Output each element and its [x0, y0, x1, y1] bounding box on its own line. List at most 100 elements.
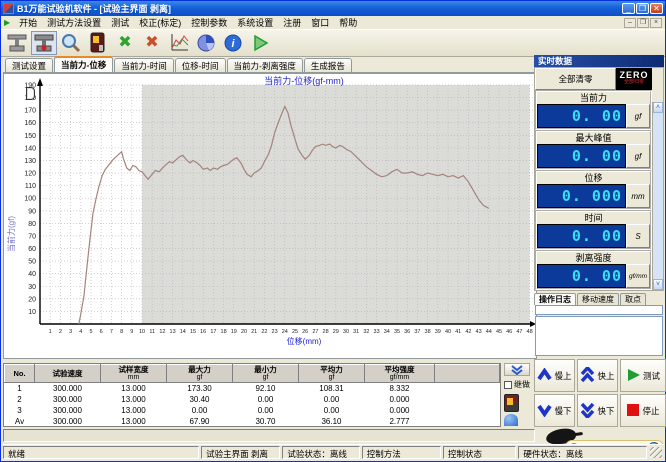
realtime-panel: 实时数据 全部清零 ZERO 全部归零 当前力0. 00gf最大峰值0. 00g…: [534, 55, 664, 443]
double-down-arrow-icon: [580, 402, 595, 420]
menu-item-2[interactable]: 测试: [106, 16, 134, 29]
menu-item-6[interactable]: 注册: [278, 16, 306, 29]
svg-text:80: 80: [28, 221, 36, 228]
pie-chart-icon[interactable]: [193, 31, 219, 55]
page-icon[interactable]: [26, 87, 35, 100]
zero-all-button[interactable]: 全部清零: [535, 68, 616, 90]
status-segment-5: 硬件状态：离线: [518, 446, 647, 459]
svg-text:35: 35: [394, 329, 400, 335]
control-button-label: 快下: [597, 405, 614, 417]
svg-text:24: 24: [282, 329, 288, 335]
memory-card-icon-small[interactable]: [504, 394, 519, 412]
status-segment-2: 试验状态：离线: [282, 446, 359, 459]
realtime-body: 全部清零 ZERO 全部归零 当前力0. 00gf最大峰值0. 00gf位移0.…: [534, 67, 664, 291]
table-cell: 2: [5, 394, 35, 405]
svg-text:32: 32: [363, 329, 369, 335]
svg-text:当前力-位移(gf-mm): 当前力-位移(gf-mm): [264, 75, 344, 86]
press-machine-active-icon[interactable]: [31, 31, 57, 55]
menu-item-3[interactable]: 校正(标定): [134, 16, 186, 29]
zero-badge[interactable]: ZERO 全部归零: [616, 68, 652, 90]
mdi-minimize-button[interactable]: –: [624, 18, 636, 28]
play-icon[interactable]: [247, 31, 273, 55]
svg-text:6: 6: [100, 329, 103, 335]
table-header-cell: 最小力gf: [233, 365, 299, 383]
svg-text:17: 17: [210, 329, 216, 335]
status-bar: 就绪试验主界面 剥离试验状态：离线控制方法控制状态硬件状态：离线: [2, 444, 664, 460]
results-table-area: No.试验速度试样宽度mm最大力gf最小力gf平均力gf平均强度gf/mm 13…: [3, 363, 501, 427]
control-button-测试[interactable]: 测试: [620, 359, 666, 392]
tab-3[interactable]: 位移-时间: [175, 58, 226, 72]
table-row-1[interactable]: 2300.00013.00030.400.000.000.000: [5, 394, 500, 405]
field-unit: gf: [626, 104, 650, 128]
minimize-button[interactable]: _: [622, 3, 635, 14]
table-header-cell: No.: [5, 365, 35, 383]
log-input[interactable]: [535, 305, 663, 315]
table-row-0[interactable]: 1300.00013.000173.3092.10108.318.332: [5, 383, 500, 394]
toolbar: ✖ ✖ i: [1, 30, 665, 57]
log-area[interactable]: [535, 316, 663, 356]
collapse-button[interactable]: [504, 363, 530, 376]
control-button-快上[interactable]: 快上: [577, 359, 618, 392]
tab-5[interactable]: 生成报告: [304, 58, 352, 72]
red-x-icon[interactable]: ✖: [139, 31, 165, 55]
info-icon[interactable]: i: [220, 31, 246, 55]
memory-card-icon[interactable]: [85, 31, 111, 55]
log-tab-2[interactable]: 取点: [620, 293, 646, 305]
tab-2[interactable]: 当前力-时间: [114, 58, 173, 72]
status-segment-1: 试验主界面 剥离: [201, 446, 280, 459]
zoom-icon[interactable]: [58, 31, 84, 55]
round-blue-icon[interactable]: [504, 414, 518, 426]
svg-text:10: 10: [139, 329, 145, 335]
menu-item-8[interactable]: 帮助: [334, 16, 362, 29]
table-cell: 0.00: [233, 405, 299, 416]
mdi-close-button[interactable]: ×: [650, 18, 662, 28]
table-row-2[interactable]: 3300.00013.0000.000.000.000.000: [5, 405, 500, 416]
svg-text:23: 23: [272, 329, 278, 335]
main-area: 测试设置当前力-位移当前力-时间位移-时间当前力-剥离强度生成报告 123456…: [2, 57, 664, 443]
chart-panel: 1234567891011121314151617181920212223242…: [3, 73, 537, 359]
status-segment-4: 控制状态: [443, 446, 516, 459]
control-button-label: 快上: [597, 370, 614, 382]
press-machine-icon[interactable]: [4, 31, 30, 55]
restore-button[interactable]: ❐: [636, 3, 649, 14]
log-tab-1[interactable]: 移动速度: [577, 293, 619, 305]
tab-1[interactable]: 当前力-位移: [54, 56, 113, 72]
table-cell: 0.00: [233, 394, 299, 405]
svg-text:45: 45: [496, 329, 502, 335]
scroll-down-icon[interactable]: ˅: [653, 279, 663, 290]
green-x-icon[interactable]: ✖: [112, 31, 138, 55]
table-header-cell: 平均强度gf/mm: [365, 365, 435, 383]
curve-chart-icon[interactable]: [166, 31, 192, 55]
tab-0[interactable]: 测试设置: [5, 58, 53, 72]
svg-text:37: 37: [414, 329, 420, 335]
menu-item-0[interactable]: 开始: [14, 16, 42, 29]
control-button-慢上[interactable]: 慢上: [534, 359, 575, 392]
checkbox-icon[interactable]: [504, 381, 512, 389]
mdi-restore-button[interactable]: ❐: [637, 18, 649, 28]
close-button[interactable]: ✕: [650, 3, 663, 14]
svg-text:46: 46: [506, 329, 512, 335]
svg-text:8: 8: [120, 329, 123, 335]
scroll-up-icon[interactable]: ˄: [653, 102, 663, 113]
svg-text:34: 34: [384, 329, 390, 335]
realtime-scrollbar[interactable]: ˄ ˅: [652, 102, 663, 290]
control-button-停止[interactable]: 停止: [620, 394, 666, 427]
table-row-3[interactable]: Av300.00013.00067.9030.7036.102.777: [5, 416, 500, 427]
log-tab-0[interactable]: 操作日志: [534, 293, 576, 305]
menu-item-1[interactable]: 测试方法设置: [42, 16, 106, 29]
control-button-慢下[interactable]: 慢下: [534, 394, 575, 427]
menu-item-4[interactable]: 控制参数: [186, 16, 232, 29]
menu-start-icon: ▶: [4, 18, 10, 27]
resize-grip[interactable]: [650, 447, 662, 458]
table-header-cell: 试样宽度mm: [101, 365, 167, 383]
tab-4[interactable]: 当前力-剥离强度: [227, 58, 303, 72]
control-button-快下[interactable]: 快下: [577, 394, 618, 427]
menu-item-7[interactable]: 窗口: [306, 16, 334, 29]
svg-text:25: 25: [292, 329, 298, 335]
svg-text:13: 13: [170, 329, 176, 335]
svg-text:19: 19: [231, 329, 237, 335]
table-cell: 30.40: [167, 394, 233, 405]
menu-item-5[interactable]: 系统设置: [232, 16, 278, 29]
resume-checkbox[interactable]: 继做: [504, 379, 536, 390]
field-group-0: 当前力0. 00gf: [535, 90, 652, 130]
